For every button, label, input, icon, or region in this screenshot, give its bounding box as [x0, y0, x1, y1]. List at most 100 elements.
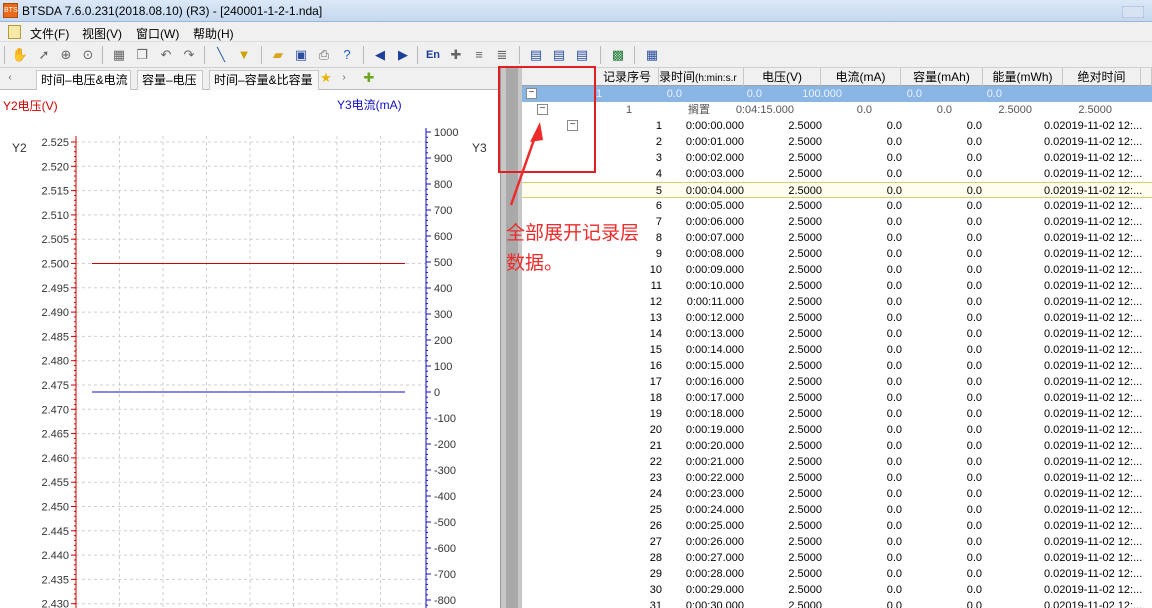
header-current[interactable]: 电流(mA) [821, 68, 901, 86]
qr-icon[interactable]: ▦ [643, 46, 661, 64]
table-row[interactable]: 28 0:00:27.000 2.5000 0.0 0.0 0.02019-11-02 1… [522, 550, 1152, 566]
table-row[interactable]: 21 0:00:20.000 2.5000 0.0 0.0 0.02019-11-02 1… [522, 438, 1152, 454]
table-row[interactable]: 14 0:00:13.000 2.5000 0.0 0.0 0.02019-11-02 1… [522, 326, 1152, 342]
help-icon[interactable]: ? [338, 46, 356, 64]
pointer-icon[interactable]: ➚ [35, 46, 53, 64]
cycle-row[interactable]: − 1 0.0 0.0 100.000 0.0 0.0 [522, 86, 1152, 102]
table-row[interactable]: 20 0:00:19.000 2.5000 0.0 0.0 0.02019-11-02 1… [522, 422, 1152, 438]
table-row[interactable]: 27 0:00:26.000 2.5000 0.0 0.0 0.02019-11-02 1… [522, 534, 1152, 550]
table-row[interactable]: 1 0:00:00.000 2.5000 0.0 0.0 0.02019-11-02 12… [522, 118, 1152, 134]
zoom-icon[interactable]: ⊙ [79, 46, 97, 64]
pen-icon[interactable]: ╲ [212, 46, 230, 64]
header-more[interactable] [1141, 68, 1152, 86]
table-row[interactable]: 15 0:00:14.000 2.5000 0.0 0.0 0.02019-11-02 1… [522, 342, 1152, 358]
header-record-no[interactable]: 记录序号 [596, 68, 659, 86]
tab-capacity-voltage[interactable]: 容量–电压 [137, 70, 203, 90]
record-capacity: 0.0 [966, 392, 982, 404]
y2-tick-label: 2.430 [41, 599, 69, 608]
grid-alt-icon[interactable]: ▤ [550, 46, 568, 64]
record-capacity: 0.0 [966, 152, 982, 164]
en-icon[interactable]: En [424, 46, 442, 64]
table-row[interactable]: 13 0:00:12.000 2.5000 0.0 0.0 0.02019-11-02 1… [522, 310, 1152, 326]
table-row[interactable]: 12 0:00:11.000 2.5000 0.0 0.0 0.02019-11-02 1… [522, 294, 1152, 310]
menu-file[interactable]: 文件(F) [30, 25, 69, 42]
table-row[interactable]: 24 0:00:23.000 2.5000 0.0 0.0 0.02019-11-02 1… [522, 486, 1152, 502]
table-row[interactable]: 22 0:00:21.000 2.5000 0.0 0.0 0.02019-11-02 1… [522, 454, 1152, 470]
record-capacity: 0.0 [966, 520, 982, 532]
grid-icon[interactable]: ▤ [527, 46, 545, 64]
grid-alt2-icon[interactable]: ▤ [573, 46, 591, 64]
record-abs-time: 0.02019-11-02 12:... [1044, 584, 1143, 596]
voltage-current-chart[interactable]: 2.525 2.520 2.515 2.510 2.505 2.500 2.495 2.490… [0, 90, 500, 608]
layers-icon[interactable]: ≡ [470, 46, 488, 64]
tab-time-voltage-current[interactable]: 时间–电压&电流 [36, 70, 131, 90]
tab-time-capacity[interactable]: 时间–容量&比容量 [209, 70, 319, 90]
record-abs-time: 0.02019-11-02 12:... [1044, 120, 1143, 132]
zoom-in-icon[interactable]: ⊕ [57, 46, 75, 64]
table-row[interactable]: 17 0:00:16.000 2.5000 0.0 0.0 0.02019-11-02 1… [522, 374, 1152, 390]
table-row[interactable]: 30 0:00:29.000 2.5000 0.0 0.0 0.02019-11-02 1… [522, 582, 1152, 598]
print-icon[interactable]: ⎙ [315, 46, 333, 64]
pin-icon[interactable]: ✚ [447, 46, 465, 64]
redo-icon[interactable]: ↷ [180, 46, 198, 64]
copy-icon[interactable]: ❐ [133, 46, 151, 64]
table-row[interactable]: 19 0:00:18.000 2.5000 0.0 0.0 0.02019-11-02 1… [522, 406, 1152, 422]
table-row[interactable]: 3 0:00:02.000 2.5000 0.0 0.0 0.02019-11-02 12… [522, 150, 1152, 166]
step-row[interactable]: − 1 搁置 0:04:15.000 0.0 0.0 2.5000 2.5000 [522, 102, 1152, 118]
record-voltage: 2.5000 [788, 185, 822, 197]
table-row[interactable]: 2 0:00:01.000 2.5000 0.0 0.0 0.02019-11-02 12… [522, 134, 1152, 150]
layers-alt-icon[interactable]: ≣ [493, 46, 511, 64]
header-voltage[interactable]: 电压(V) [744, 68, 821, 86]
record-abs-time: 0.02019-11-02 12:... [1044, 248, 1143, 260]
menu-help[interactable]: 帮助(H) [193, 25, 234, 42]
record-current: 0.0 [886, 200, 902, 212]
table-row[interactable]: 25 0:00:24.000 2.5000 0.0 0.0 0.02019-11-02 1… [522, 502, 1152, 518]
undo-icon[interactable]: ↶ [157, 46, 175, 64]
record-voltage: 2.5000 [788, 120, 822, 132]
y2-tick-label: 2.445 [41, 526, 69, 538]
tab-scroll-left-icon[interactable]: ‹ [1, 69, 19, 87]
table-row[interactable]: 26 0:00:25.000 2.5000 0.0 0.0 0.02019-11-02 1… [522, 518, 1152, 534]
tab-scroll-right-icon[interactable]: › [335, 69, 353, 87]
star-icon[interactable]: ★ [317, 69, 335, 87]
table-row[interactable]: 29 0:00:28.000 2.5000 0.0 0.0 0.02019-11-02 1… [522, 566, 1152, 582]
back-arrow-icon[interactable]: ◀ [371, 46, 389, 64]
record-abs-time: 0.02019-11-02 12:... [1044, 488, 1143, 500]
table-row[interactable]: 23 0:00:22.000 2.5000 0.0 0.0 0.02019-11-02 1… [522, 470, 1152, 486]
header-energy[interactable]: 能量(mWh) [983, 68, 1063, 86]
menu-view[interactable]: 视图(V) [82, 25, 122, 42]
header-record-time-label: 录时间 [659, 70, 696, 84]
header-record-time[interactable]: 录时间(h:min:s.r [659, 68, 744, 86]
record-capacity: 0.0 [966, 185, 982, 197]
menu-window[interactable]: 窗口(W) [136, 25, 179, 42]
table-row[interactable]: 5 0:00:04.000 2.5000 0.0 0.0 0.02019-11-02 12… [522, 182, 1152, 198]
y3-tick-label: -100 [434, 413, 456, 425]
table-row[interactable]: 18 0:00:17.000 2.5000 0.0 0.0 0.02019-11-02 1… [522, 390, 1152, 406]
table-row[interactable]: 31 0:00:30.000 2.5000 0.0 0.0 0.02019-11-02 1… [522, 598, 1152, 608]
record-no: 12 [649, 296, 662, 308]
header-absolute-time[interactable]: 绝对时间 [1063, 68, 1141, 86]
record-capacity: 0.0 [966, 120, 982, 132]
record-capacity: 0.0 [966, 216, 982, 228]
save-icon[interactable]: ▣ [292, 46, 310, 64]
y3-axis-name: Y3 [472, 141, 487, 155]
record-capacity: 0.0 [966, 424, 982, 436]
hand-icon[interactable]: ✋ [11, 46, 29, 64]
header-capacity[interactable]: 容量(mAh) [901, 68, 983, 86]
document-icon[interactable] [8, 25, 21, 39]
forward-arrow-icon[interactable]: ▶ [394, 46, 412, 64]
table-icon[interactable]: ▦ [110, 46, 128, 64]
table-row[interactable]: 11 0:00:10.000 2.5000 0.0 0.0 0.02019-11-02 1… [522, 278, 1152, 294]
record-abs-time: 0.02019-11-02 12:... [1044, 312, 1143, 324]
cycle-value-5: 0.0 [986, 88, 1002, 100]
filter-icon[interactable]: ▼ [235, 46, 253, 64]
table-row[interactable]: 16 0:00:15.000 2.5000 0.0 0.0 0.02019-11-02 1… [522, 358, 1152, 374]
open-folder-icon[interactable]: ▰ [269, 46, 287, 64]
table-row[interactable]: 6 0:00:05.000 2.5000 0.0 0.0 0.02019-11-02 12… [522, 198, 1152, 214]
add-tab-icon[interactable]: ✚ [360, 69, 378, 87]
table-row[interactable]: 4 0:00:03.000 2.5000 0.0 0.0 0.02019-11-02 12… [522, 166, 1152, 182]
window-control-icon[interactable] [1122, 6, 1144, 18]
excel-icon[interactable]: ▩ [609, 46, 627, 64]
record-current: 0.0 [886, 504, 902, 516]
step-value-3: 2.5000 [998, 104, 1032, 116]
